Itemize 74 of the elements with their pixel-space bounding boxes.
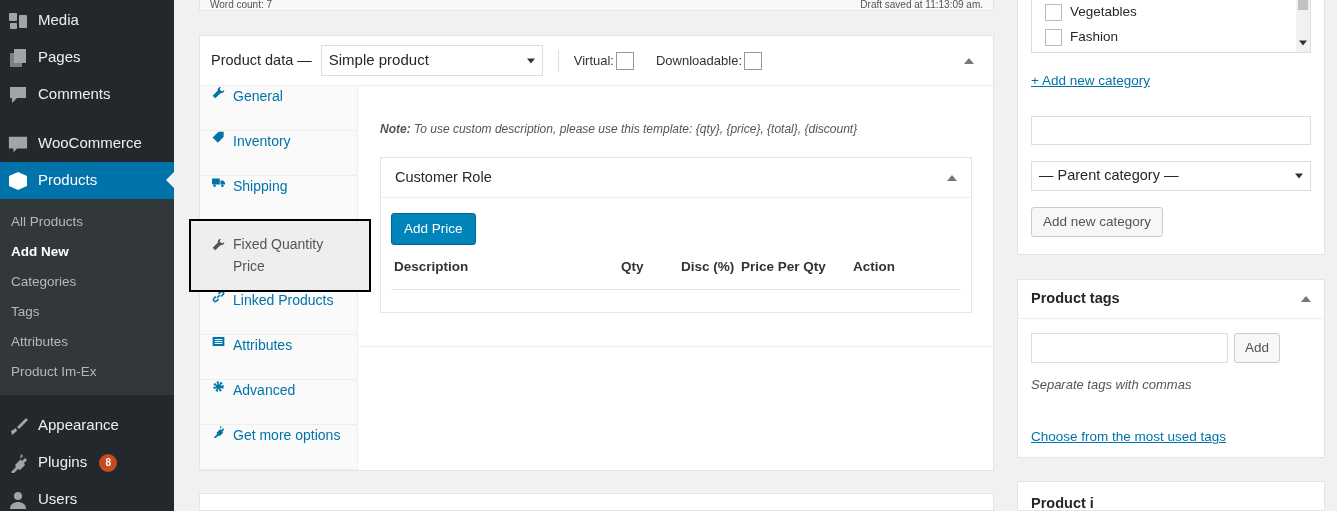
- product-type-select[interactable]: Simple product: [320, 45, 543, 76]
- list-icon: [212, 335, 225, 348]
- tag-icon: [212, 131, 225, 144]
- add-category-link[interactable]: + Add new category: [1031, 73, 1150, 88]
- user-icon: [8, 489, 28, 510]
- checkbox[interactable]: [744, 51, 762, 70]
- column-header: Price Per Qty: [741, 258, 827, 276]
- product-data-tab[interactable]: Linked Products: [200, 290, 357, 335]
- column-header: Action: [853, 258, 896, 276]
- collapse-toggle-icon[interactable]: [1301, 295, 1311, 302]
- column-header: Qty: [621, 258, 645, 276]
- column-header: Disc (%): [681, 258, 736, 276]
- truck-icon: [212, 176, 225, 189]
- menu-item[interactable]: Media: [0, 2, 174, 39]
- pages-icon: [8, 47, 28, 68]
- parent-category-select[interactable]: — Parent category —: [1031, 161, 1311, 191]
- most-used-tags-link[interactable]: Choose from the most used tags: [1031, 429, 1227, 445]
- media-icon: [8, 10, 28, 31]
- dropdown-caret-icon: [1295, 173, 1303, 179]
- template-note: Note: To use custom description, please use this template: {qty}, {price}, {total}, {discount}: [380, 121, 859, 138]
- scrollbar[interactable]: [1296, 0, 1310, 52]
- product-data-tab[interactable]: Advanced: [200, 380, 357, 425]
- panel-title: Product i: [1031, 495, 1094, 511]
- gear-icon: [212, 380, 225, 393]
- update-count-badge: 8: [99, 453, 118, 472]
- category-label: Fashion: [1070, 28, 1119, 47]
- scrollbar-thumb[interactable]: [1298, 0, 1308, 10]
- checkbox-label: Virtual:: [573, 51, 614, 70]
- submenu-item[interactable]: Tags: [0, 297, 174, 327]
- word-count: Word count: 7: [210, 0, 273, 10]
- tags-hint: Separate tags with commas: [1031, 375, 1193, 394]
- menu-item[interactable]: Products: [0, 162, 174, 199]
- tag-input-field[interactable]: [1031, 332, 1228, 363]
- current-pointer: [166, 172, 174, 188]
- category-name-field[interactable]: [1031, 116, 1311, 145]
- submenu-item[interactable]: Add New: [0, 237, 174, 267]
- submenu-item[interactable]: Product Im-Ex: [0, 357, 174, 387]
- draft-status: Draft saved at 11:13:09 am.: [860, 0, 983, 10]
- category-label: Vegetables: [1070, 3, 1137, 22]
- product-data-tab[interactable]: Inventory: [200, 131, 357, 176]
- collapse-toggle-icon[interactable]: [964, 57, 974, 64]
- brush-icon: [8, 415, 28, 436]
- panel-title: Product tags: [1031, 289, 1120, 309]
- plug-icon: [212, 425, 225, 438]
- checkbox[interactable]: [1045, 29, 1062, 46]
- product-data-tab[interactable]: General: [200, 86, 357, 131]
- add-price-button[interactable]: Add Price: [391, 213, 476, 245]
- speech-bubble-icon: [8, 84, 28, 105]
- box-title: Customer Role: [395, 167, 492, 187]
- checkbox[interactable]: [1045, 4, 1062, 21]
- wrench-icon: [212, 238, 225, 251]
- dropdown-caret-icon: [526, 57, 535, 64]
- submenu-item[interactable]: Attributes: [0, 327, 174, 357]
- link-icon: [212, 290, 225, 303]
- product-data-tab[interactable]: Get more options: [200, 425, 357, 470]
- menu-item[interactable]: Plugins 8: [0, 444, 174, 481]
- menu-item[interactable]: Appearance: [0, 407, 174, 444]
- menu-item[interactable]: WooCommerce: [0, 125, 174, 162]
- wrench-icon: [212, 86, 225, 99]
- collapse-toggle-icon[interactable]: [947, 174, 957, 181]
- submenu-item[interactable]: Categories: [0, 267, 174, 297]
- dropdown-caret-icon: [1299, 40, 1307, 46]
- product-data-tab[interactable]: Attributes: [200, 335, 357, 380]
- add-category-button[interactable]: Add new category: [1031, 207, 1164, 237]
- menu-item[interactable]: Comments: [0, 76, 174, 113]
- column-header: Description: [393, 258, 470, 276]
- menu-item[interactable]: Users: [0, 481, 174, 511]
- panel-title: Product data —: [211, 50, 312, 70]
- checkbox[interactable]: [616, 51, 634, 70]
- checkbox-label: Downloadable:: [656, 51, 742, 70]
- menu-item[interactable]: Pages: [0, 39, 174, 76]
- submenu-item[interactable]: All Products: [0, 207, 174, 237]
- add-tag-button[interactable]: Add: [1234, 332, 1281, 363]
- box-icon: [8, 170, 28, 191]
